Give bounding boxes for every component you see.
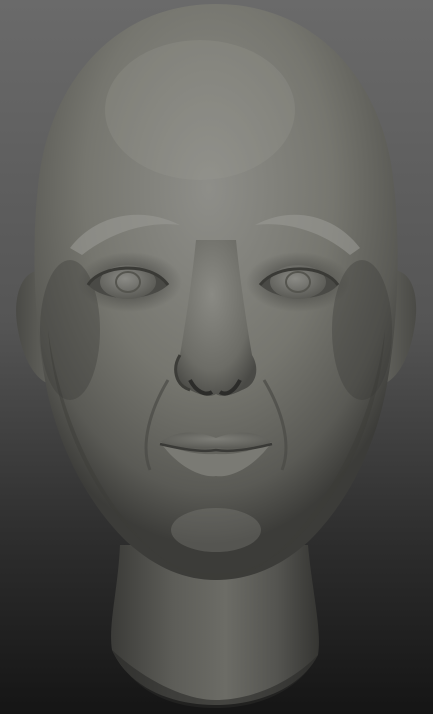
sculpt-viewport[interactable] bbox=[0, 0, 433, 714]
sculpted-head-render bbox=[0, 0, 433, 714]
